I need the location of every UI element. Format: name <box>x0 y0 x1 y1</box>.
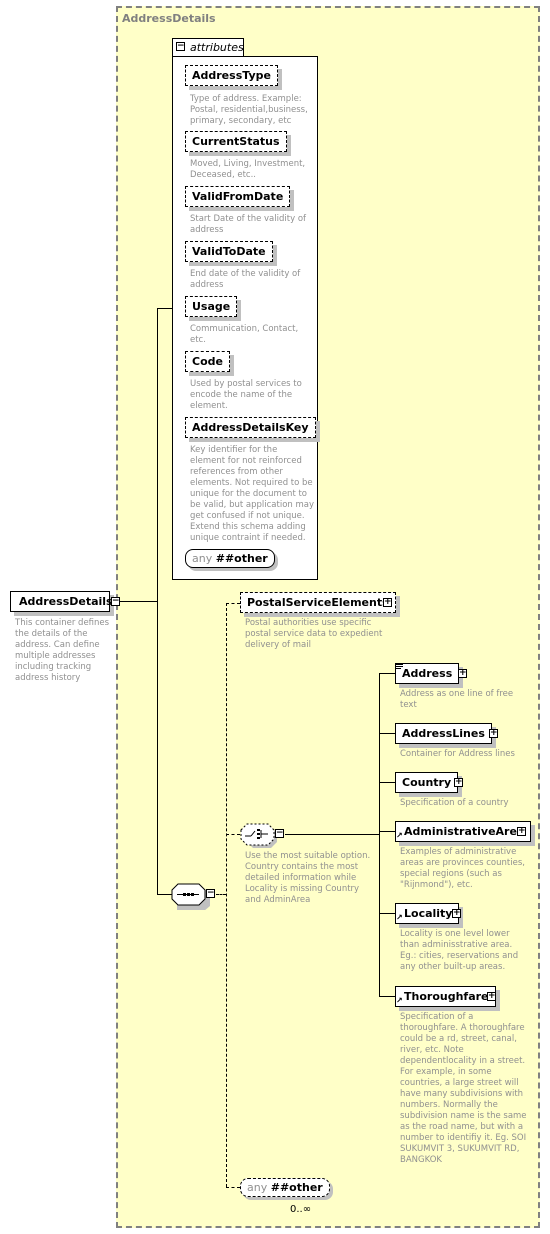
connector <box>157 308 158 894</box>
connector <box>379 673 395 674</box>
choice-description: Use the most suitable option. Country co… <box>245 851 371 905</box>
administrativearea-expand-toggle[interactable]: + <box>517 827 526 836</box>
reference-arrow-icon: ↗ <box>396 831 403 840</box>
addresslines-description: Container for Address lines <box>400 749 515 759</box>
element-country[interactable]: Country <box>395 772 459 793</box>
reference-arrow-icon: ↗ <box>396 913 403 922</box>
locality-description: Locality is one level lower than adminis… <box>400 929 519 972</box>
reference-arrow-icon: ↗ <box>396 996 403 1005</box>
administrativearea-description: Examples of administrative areas are pro… <box>400 847 525 890</box>
connector <box>226 1187 240 1188</box>
attribute-code[interactable]: Code <box>185 351 230 372</box>
sequence-compositor-icon <box>171 883 210 910</box>
attribute-currentstatus[interactable]: CurrentStatus <box>185 131 287 152</box>
connector <box>226 834 240 835</box>
root-collapse-toggle[interactable]: − <box>111 597 120 606</box>
attribute-validfromdate[interactable]: ValidFromDate <box>185 186 291 207</box>
container-title: AddressDetails <box>122 12 216 25</box>
sequence-any-other[interactable]: any ##other <box>240 1178 330 1197</box>
attribute-description: End date of the validity of address <box>190 269 301 290</box>
connector <box>379 673 380 996</box>
country-description: Specification of a country <box>400 798 509 808</box>
connector <box>379 996 395 997</box>
address-description: Address as one line of free text <box>400 689 514 710</box>
connector <box>226 603 240 604</box>
attribute-validtodate[interactable]: ValidToDate <box>185 241 273 262</box>
connector <box>379 831 395 832</box>
any-namespace: ##other <box>215 552 268 565</box>
any-keyword: any <box>247 1181 268 1194</box>
attribute-description: Communication, Contact, etc. <box>190 324 299 345</box>
connector <box>379 733 395 734</box>
root-element-addressdetails[interactable]: AddressDetails <box>10 591 113 612</box>
choice-collapse-toggle[interactable]: − <box>275 829 284 838</box>
connector <box>226 603 227 1187</box>
attribute-addressdetailskey[interactable]: AddressDetailsKey <box>185 417 316 438</box>
attribute-usage[interactable]: Usage <box>185 296 238 317</box>
any-namespace: ##other <box>270 1181 323 1194</box>
postal-description: Postal authorities use specific postal s… <box>245 618 383 650</box>
connector <box>379 913 395 914</box>
element-address[interactable]: Address <box>395 663 460 684</box>
attribute-description: Used by postal services to encode the na… <box>190 379 302 411</box>
connector <box>285 834 379 835</box>
sequence-collapse-toggle[interactable]: − <box>206 889 215 898</box>
choice-compositor-icon <box>240 823 277 848</box>
thoroughfare-expand-toggle[interactable]: + <box>487 992 496 1001</box>
element-postalserviceelements[interactable]: PostalServiceElements <box>240 592 396 613</box>
cardinality-label: 0..∞ <box>290 1204 312 1215</box>
attribute-addresstype[interactable]: AddressType <box>185 65 278 86</box>
attributes-label: attributes <box>190 41 244 54</box>
attribute-description: Moved, Living, Investment, Deceased, etc… <box>190 159 306 180</box>
connector <box>379 782 395 783</box>
connector <box>120 601 157 602</box>
connector <box>157 308 172 309</box>
simple-content-icon <box>396 664 403 669</box>
element-addresslines[interactable]: AddressLines <box>395 723 492 744</box>
thoroughfare-description: Specification of a thoroughfare. A thoro… <box>400 1012 527 1165</box>
attribute-description: Start Date of the validity of address <box>190 214 307 235</box>
addresslines-expand-toggle[interactable]: + <box>489 729 498 738</box>
element-locality[interactable]: Locality <box>395 903 460 924</box>
attribute-description: Type of address. Example: Postal, reside… <box>190 94 308 126</box>
postal-expand-toggle[interactable]: + <box>383 598 392 607</box>
attributes-collapse-toggle[interactable]: − <box>176 42 185 51</box>
element-thoroughfare[interactable]: Thoroughfare <box>395 986 496 1007</box>
root-description: This container defines the details of th… <box>15 618 110 683</box>
connector <box>216 894 226 895</box>
address-expand-toggle[interactable]: + <box>458 669 467 678</box>
locality-expand-toggle[interactable]: + <box>452 909 461 918</box>
attributes-any-other[interactable]: any ##other <box>185 549 275 568</box>
attribute-description: Key identifier for the element for not r… <box>190 445 315 543</box>
any-keyword: any <box>192 552 213 565</box>
element-administrativearea[interactable]: AdministrativeArea <box>395 821 532 842</box>
country-expand-toggle[interactable]: + <box>454 778 463 787</box>
